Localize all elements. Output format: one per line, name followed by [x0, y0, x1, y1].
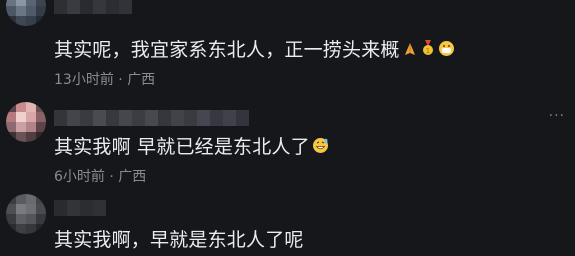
comment-item[interactable]: ··· 其实我啊 早就已经是东北人了 6小时前 · 广西	[0, 92, 575, 192]
medal-icon: 1	[420, 39, 436, 63]
comment-text: 其实我啊 早就已经是东北人了	[54, 135, 329, 160]
comment-meta: 13小时前 · 广西	[54, 71, 155, 89]
avatar[interactable]	[6, 194, 46, 234]
pray-icon	[402, 39, 418, 63]
svg-text:1: 1	[425, 47, 430, 55]
avatar[interactable]	[6, 102, 46, 142]
timestamp: 6小时前	[54, 169, 105, 185]
grin-sweat-icon	[312, 136, 329, 160]
comment-text: 其实我啊，早就是东北人了呢	[54, 229, 304, 251]
location: 广西	[127, 72, 156, 88]
username-blurred[interactable]	[54, 110, 249, 126]
comment-item[interactable]: 其实呢，我宜家系东北人，正一捞头来概 1 13小时前 · 广西	[0, 0, 575, 90]
meta-separator: ·	[109, 169, 114, 185]
timestamp: 13小时前	[54, 72, 114, 88]
avatar[interactable]	[6, 0, 46, 26]
comment-text: 其实呢，我宜家系东北人，正一捞头来概 1	[54, 38, 455, 63]
meta-separator: ·	[118, 72, 123, 88]
more-options-button[interactable]: ···	[549, 108, 565, 124]
comment-meta: 6小时前 · 广西	[54, 168, 146, 186]
location: 广西	[118, 169, 147, 185]
smile-mask-icon	[438, 39, 455, 63]
comment-item[interactable]: 其实我啊，早就是东北人了呢	[0, 192, 575, 256]
username-blurred[interactable]	[54, 0, 132, 14]
username-blurred[interactable]	[54, 200, 106, 216]
